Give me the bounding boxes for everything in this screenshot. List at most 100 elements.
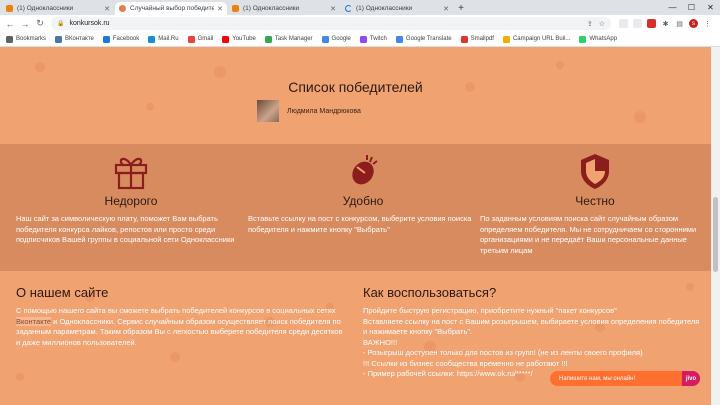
bookmark-label: WhatsApp — [589, 36, 618, 42]
bookmark-favicon-icon — [102, 35, 110, 43]
bookmark-item[interactable]: ВКонтакте — [55, 35, 94, 43]
extension-icon[interactable] — [619, 19, 628, 28]
about-text-end: и Одноклассники. Сервис случайным образо… — [16, 316, 343, 347]
bookmark-item[interactable]: Task Manager — [264, 35, 313, 43]
bookmark-star-icon[interactable]: ☆ — [599, 20, 605, 28]
bookmark-label: YouTube — [232, 36, 256, 42]
bookmark-item[interactable]: WhatsApp — [579, 35, 618, 43]
browser-tab[interactable]: Случайный выбор победителя ✕ — [115, 2, 227, 15]
about-title: О нашем сайте — [16, 285, 109, 300]
profile-avatar-icon[interactable]: s — [689, 19, 698, 28]
extension-red-icon[interactable] — [647, 19, 656, 28]
bookmark-item[interactable]: Bookmarks — [6, 35, 47, 43]
jivo-logo: jivo — [682, 371, 700, 386]
bookmark-item[interactable]: Twitch — [359, 35, 387, 43]
tab-close-icon[interactable]: ✕ — [443, 5, 449, 13]
feature-fair: Честно По заданным условиям поиска сайт … — [480, 151, 710, 256]
feature-title: Удобно — [342, 194, 384, 208]
bookmark-label: Campaign URL Buil... — [512, 36, 571, 42]
address-bar[interactable]: 🔒 konkursok.ru ⇪ ☆ — [51, 17, 611, 30]
browser-tab[interactable]: (1) Одноклассники ✕ — [228, 2, 340, 15]
tab-title: (1) Одноклассники — [243, 5, 300, 12]
bookmark-label: Mail.Ru — [158, 36, 179, 42]
forward-button[interactable]: → — [19, 19, 31, 29]
browser-toolbar: ← → ↻ 🔒 konkursok.ru ⇪ ☆ ✱ ▤ s ⋮ — [0, 15, 720, 32]
bookmark-label: Google — [331, 36, 351, 42]
bookmark-item[interactable]: Facebook — [102, 35, 140, 43]
share-icon[interactable]: ⇪ — [587, 20, 593, 28]
bookmark-label: Gmail — [197, 36, 214, 42]
bookmark-favicon-icon — [460, 35, 468, 43]
shield-icon — [581, 154, 609, 189]
bookmark-favicon-icon — [148, 35, 156, 43]
back-button[interactable]: ← — [4, 19, 16, 29]
feature-cheap: Недорого Наш сайт за символическую плату… — [16, 151, 246, 246]
bookmark-favicon-icon — [579, 35, 587, 43]
close-window-button[interactable]: ✕ — [701, 0, 720, 15]
vkontakte-link[interactable]: Вконтакте — [16, 316, 52, 326]
feature-text: Наш сайт за символическую плату, поможет… — [16, 214, 235, 244]
extension-shield-icon[interactable] — [633, 19, 642, 28]
bookmark-favicon-icon — [321, 35, 329, 43]
feature-title: Недорого — [104, 194, 158, 208]
tab-strip: (1) Одноклассники ✕ Случайный выбор победи… — [0, 0, 720, 15]
extensions-area: ✱ ▤ s ⋮ — [619, 19, 712, 28]
about-text-start: С помощью нашего сайта вы сможете выбрат… — [16, 306, 336, 315]
winner-avatar — [257, 100, 279, 122]
lock-icon[interactable]: 🔒 — [57, 20, 64, 27]
about-text: С помощью нашего сайта вы сможете выбрат… — [16, 306, 348, 348]
url-text: konkursok.ru — [69, 20, 110, 27]
reading-list-icon[interactable]: ▤ — [675, 19, 684, 28]
feature-convenient: Удобно Вставьте ссылку на пост с конкурс… — [248, 151, 478, 235]
scrollbar-thumb[interactable] — [713, 197, 718, 272]
bookmark-item[interactable]: Google Translate — [395, 35, 452, 43]
bookmark-item[interactable]: YouTube — [222, 35, 256, 43]
loading-icon — [345, 5, 352, 12]
browser-tab[interactable]: (1) Одноклассники ✕ — [2, 2, 114, 15]
new-tab-button[interactable]: + — [454, 2, 468, 15]
tab-title: (1) Одноклассники — [17, 5, 74, 12]
bookmark-label: Task Manager — [274, 36, 313, 42]
reload-button[interactable]: ↻ — [34, 18, 46, 29]
bookmark-label: ВКонтакте — [65, 36, 94, 42]
bookmark-favicon-icon — [359, 35, 367, 43]
how-line: Пройдите быструю регистрацию, приобретит… — [363, 306, 617, 315]
feature-text: Вставьте ссылку на пост с конкурсом, выб… — [248, 214, 472, 234]
bookmark-label: Twitch — [369, 36, 387, 42]
tab-title: (1) Одноклассники — [356, 5, 413, 12]
bookmark-favicon-icon — [222, 35, 230, 43]
how-line: - Розыгрыш доступен только для постов из… — [363, 348, 643, 357]
bookmark-favicon-icon — [502, 35, 510, 43]
chat-widget-label: Напишите нам, мы онлайн! — [559, 375, 636, 382]
bookmark-item[interactable]: Smallpdf — [460, 35, 494, 43]
chat-widget-button[interactable]: Напишите нам, мы онлайн! jivo — [550, 371, 700, 386]
browser-menu-icon[interactable]: ⋮ — [703, 19, 712, 28]
winner-entry[interactable]: Людмила Мандрюкова — [257, 100, 361, 122]
minimize-button[interactable]: — — [663, 0, 682, 15]
bookmark-favicon-icon — [6, 35, 13, 43]
how-line: ВАЖНО!!! — [363, 337, 398, 347]
tab-title: Случайный выбор победителя — [130, 5, 215, 12]
bookmark-label: Facebook — [112, 36, 140, 42]
how-line: Вставляете ссылку на пост с Вашим розыгр… — [363, 316, 700, 337]
tab-close-icon[interactable]: ✕ — [104, 5, 110, 13]
bookmark-label: Smallpdf — [470, 36, 494, 42]
tab-close-icon[interactable]: ✕ — [217, 5, 223, 13]
bookmark-item[interactable]: Gmail — [187, 35, 214, 43]
bookmark-item[interactable]: Campaign URL Buil... — [502, 35, 571, 43]
winners-list-title: Список победителей — [288, 79, 423, 95]
tab-close-icon[interactable]: ✕ — [330, 5, 336, 13]
extensions-puzzle-icon[interactable]: ✱ — [661, 19, 670, 28]
bookmark-favicon-icon — [187, 35, 195, 43]
bookmark-item[interactable]: Google — [321, 35, 351, 43]
gift-icon — [114, 157, 148, 190]
bookmark-label: Bookmarks — [16, 36, 47, 42]
odnoklassniki-icon — [232, 5, 239, 12]
winner-name[interactable]: Людмила Мандрюкова — [287, 108, 361, 115]
maximize-button[interactable]: ☐ — [682, 0, 701, 15]
odnoklassniki-icon — [6, 5, 13, 12]
page-scrollbar[interactable] — [711, 47, 720, 405]
bookmark-favicon-icon — [264, 35, 272, 43]
bookmark-item[interactable]: Mail.Ru — [148, 35, 179, 43]
browser-tab[interactable]: (1) Одноклассники ✕ — [341, 2, 453, 15]
